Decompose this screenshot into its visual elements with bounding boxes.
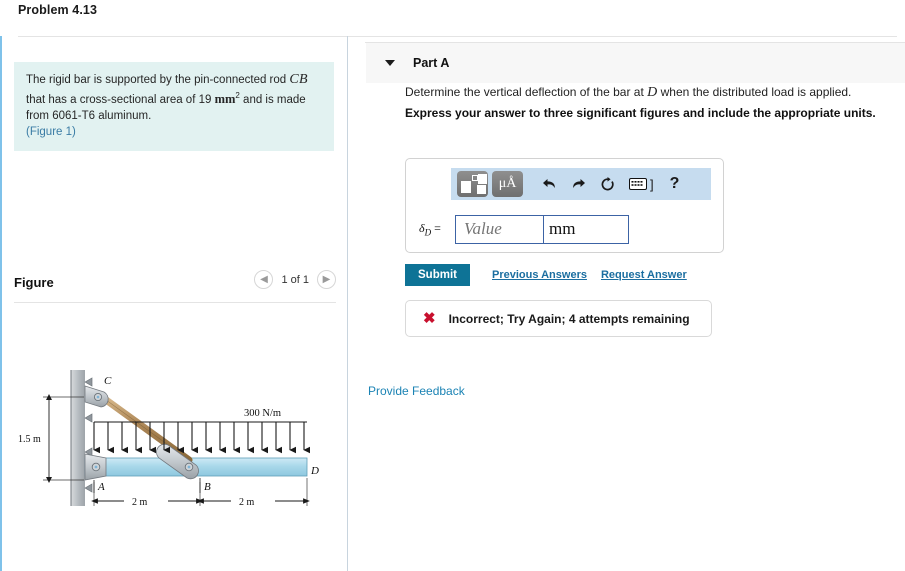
rod-label: CB xyxy=(289,72,308,87)
reset-circular-arrow-icon[interactable] xyxy=(600,176,615,192)
figure-label-b: B xyxy=(204,481,211,493)
feedback-banner: ✖ Incorrect; Try Again; 4 attempts remai… xyxy=(405,300,712,337)
answer-units-input[interactable] xyxy=(543,214,629,244)
problem-statement: The rigid bar is supported by the pin-co… xyxy=(14,62,334,151)
figure-diagram: C A B D 1.5 m 300 N/m 2 m 2 m xyxy=(16,366,346,546)
statement-text-part2: that has a cross-sectional area of 19 xyxy=(26,93,215,106)
undo-arrow-icon[interactable] xyxy=(542,177,557,191)
left-column: The rigid bar is supported by the pin-co… xyxy=(2,36,348,571)
answer-input-panel: μÅ ] ? δD = xyxy=(405,158,724,253)
redo-arrow-icon[interactable] xyxy=(571,177,586,191)
feedback-message: Incorrect; Try Again; 4 attempts remaini… xyxy=(448,311,690,326)
provide-feedback-link[interactable]: Provide Feedback xyxy=(368,384,465,398)
keyboard-bracket: ] xyxy=(650,176,654,192)
figure-label-c: C xyxy=(104,375,112,387)
question-text-part2: when the distributed load is applied. xyxy=(657,85,852,99)
figure-label-span-left: 2 m xyxy=(132,497,148,508)
figure-label-height: 1.5 m xyxy=(18,434,41,445)
previous-answers-link[interactable]: Previous Answers xyxy=(492,269,587,281)
figure-1-link[interactable]: (Figure 1) xyxy=(26,126,76,138)
figure-header: Figure ◀ 1 of 1 ▶ xyxy=(14,268,336,302)
figure-label-a: A xyxy=(97,481,105,493)
part-a-header[interactable]: Part A xyxy=(366,43,905,83)
question-text-part1: Determine the vertical deflection of the… xyxy=(405,85,648,99)
part-a-label: Part A xyxy=(413,56,450,70)
figure-title: Figure xyxy=(14,275,54,290)
answer-symbol-equals: = xyxy=(431,220,441,235)
question-variable-d: D xyxy=(647,85,658,100)
submit-row: Submit Previous Answers Request Answer xyxy=(405,264,687,286)
figure-prev-button[interactable]: ◀ xyxy=(254,270,274,289)
figure-label-span-right: 2 m xyxy=(239,497,255,508)
question-text: Determine the vertical deflection of the… xyxy=(405,85,851,101)
x-mark-icon: ✖ xyxy=(423,310,436,327)
submit-button[interactable]: Submit xyxy=(405,264,470,286)
statement-text-part1: The rigid bar is supported by the pin-co… xyxy=(26,74,290,86)
keyboard-icon[interactable]: ] xyxy=(629,178,654,191)
figure-counter: 1 of 1 xyxy=(281,273,309,286)
help-question-icon[interactable]: ? xyxy=(670,176,680,192)
figure-label-d: D xyxy=(310,465,319,477)
units-icon-label: μÅ xyxy=(498,176,517,191)
figure-next-button[interactable]: ▶ xyxy=(317,270,336,289)
math-template-icon[interactable] xyxy=(457,171,488,197)
caret-down-icon[interactable] xyxy=(385,60,395,66)
micro-angstrom-units-icon[interactable]: μÅ xyxy=(492,171,523,197)
request-answer-link[interactable]: Request Answer xyxy=(601,269,687,281)
statement-text-part3: and is made xyxy=(239,93,306,106)
page-title: Problem 4.13 xyxy=(18,3,98,17)
area-units: mm xyxy=(214,91,236,106)
answer-value-input[interactable] xyxy=(455,214,543,244)
answer-toolbar: μÅ ] ? xyxy=(451,168,711,200)
question-instruction: Express your answer to three significant… xyxy=(405,106,876,120)
answer-row: δD = xyxy=(406,209,725,249)
problem-page: Problem 4.13 The rigid bar is supported … xyxy=(0,0,905,571)
beam-diagram-svg: C A B D 1.5 m 300 N/m 2 m 2 m xyxy=(18,370,319,508)
figure-divider xyxy=(14,302,336,303)
figure-label-load: 300 N/m xyxy=(244,408,281,419)
figure-navigation: ◀ 1 of 1 ▶ xyxy=(254,270,336,289)
answer-symbol-label: δD = xyxy=(419,220,441,238)
statement-text-part4: from 6061-T6 aluminum. xyxy=(26,109,152,122)
